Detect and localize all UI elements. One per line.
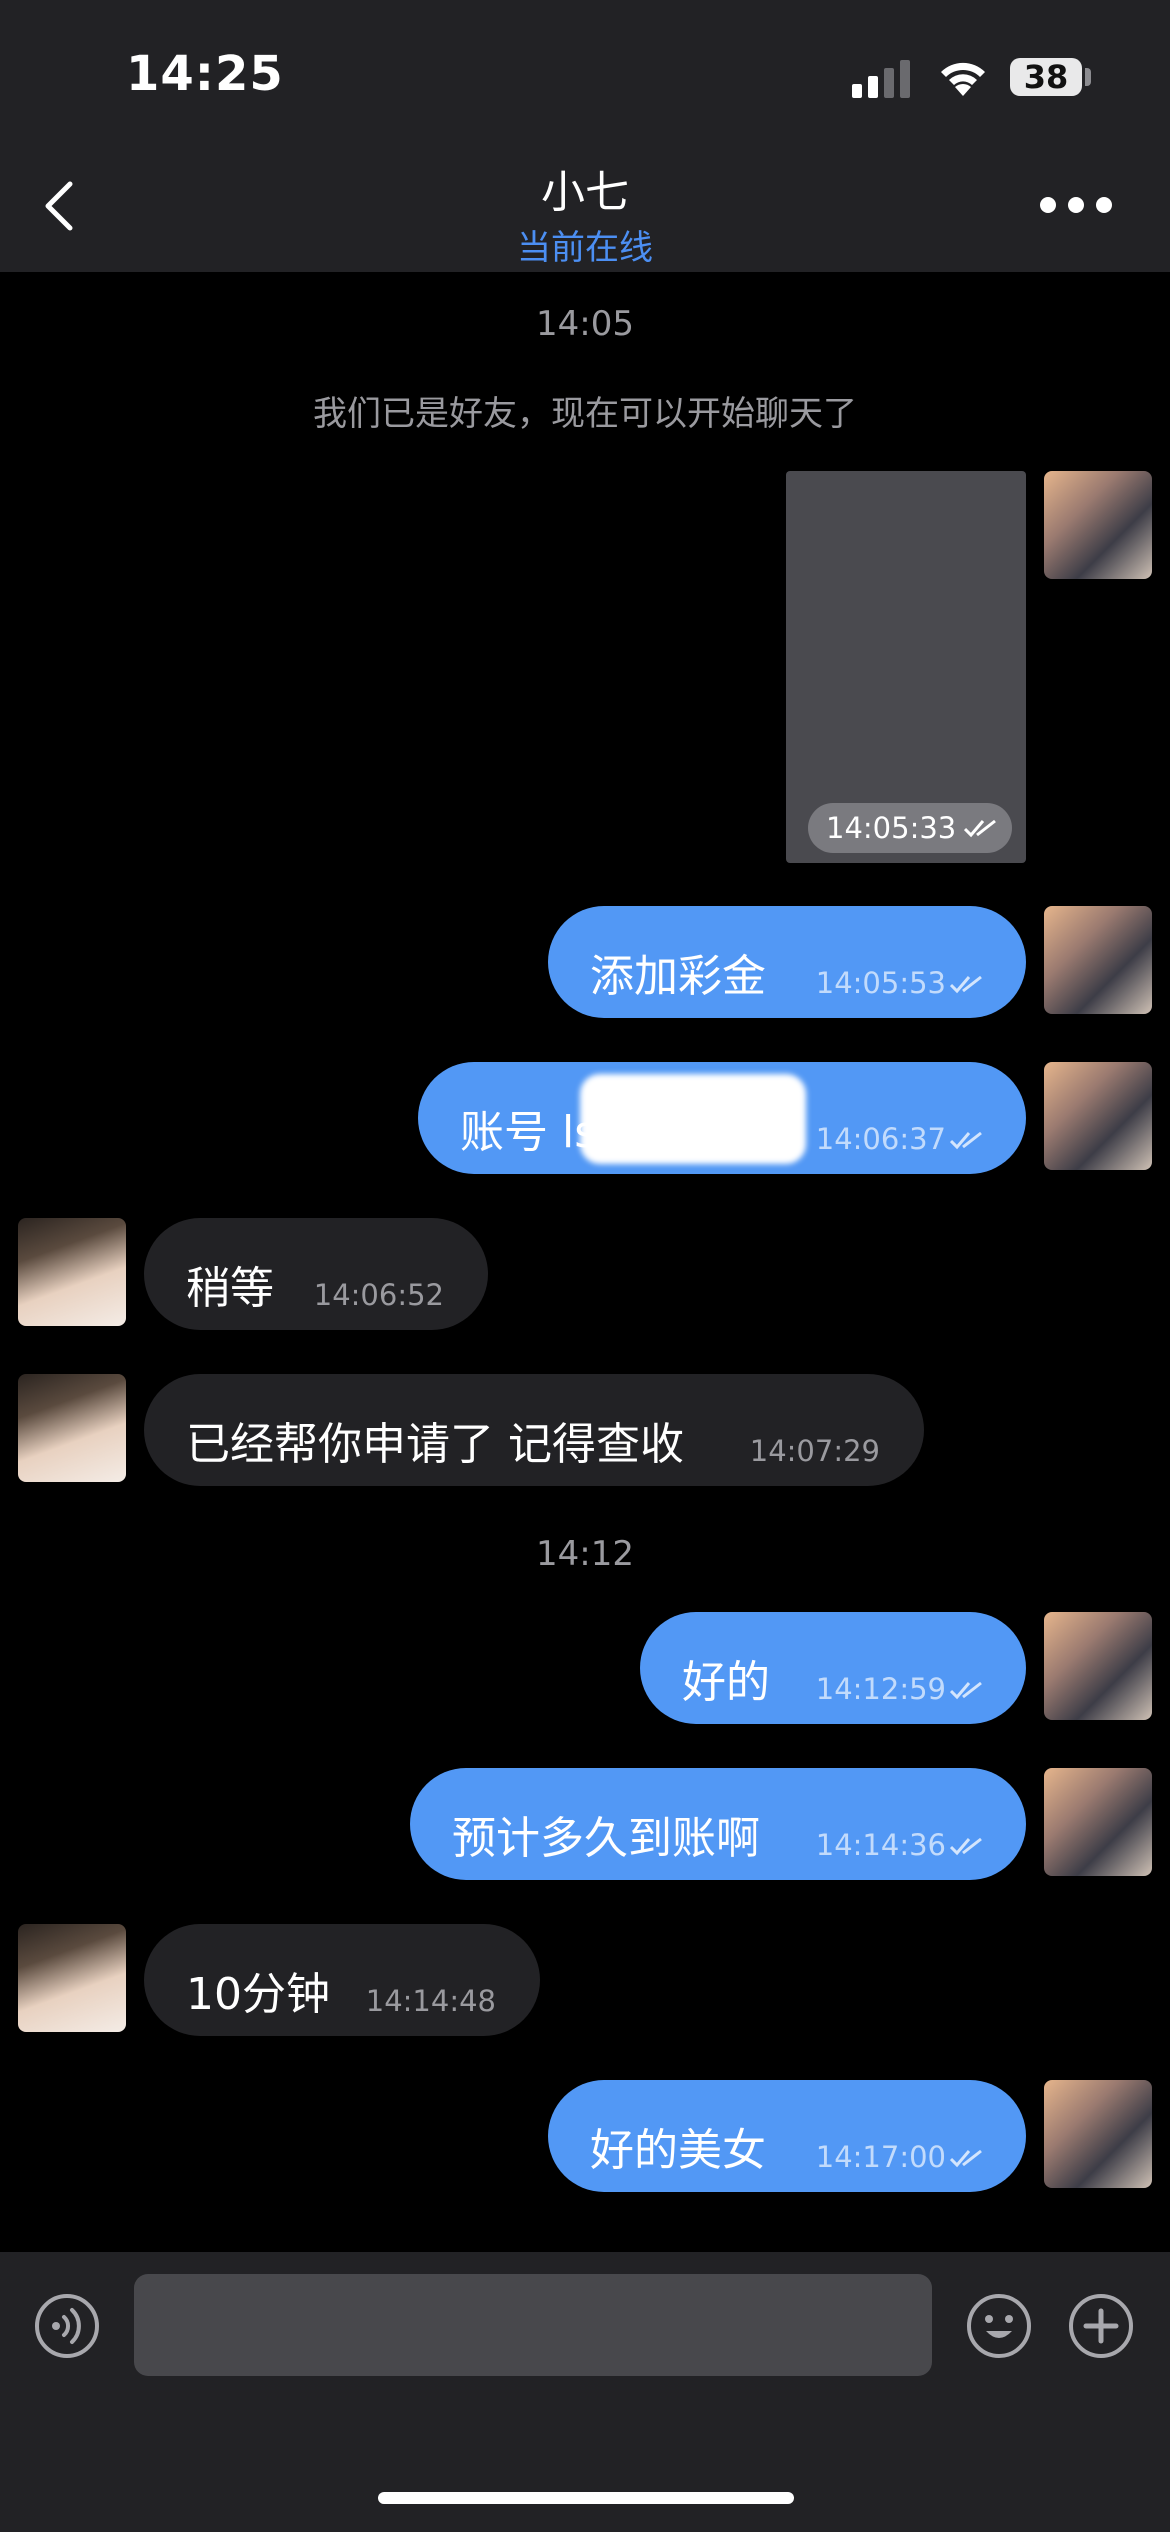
message-time: 14:06:37 bbox=[815, 1122, 946, 1156]
message-time: 14:14:48 bbox=[365, 1984, 496, 2018]
avatar[interactable] bbox=[18, 1374, 126, 1482]
online-status: 当前在线 bbox=[517, 228, 653, 268]
message-input[interactable] bbox=[134, 2274, 932, 2376]
message-bubble-outgoing[interactable]: 好的美女 14:17:00 bbox=[548, 2080, 1026, 2192]
battery-icon: 38 bbox=[1010, 58, 1082, 96]
message-bubble-incoming[interactable]: 10分钟 14:14:48 bbox=[144, 1924, 540, 2036]
battery-tip bbox=[1085, 68, 1091, 86]
message-text: 账号 ls bbox=[460, 1107, 598, 1158]
message-time: 14:12:59 bbox=[815, 1672, 946, 1706]
plus-icon[interactable] bbox=[1068, 2293, 1134, 2359]
read-check-icon bbox=[950, 1837, 982, 1856]
avatar[interactable] bbox=[1044, 1768, 1152, 1876]
contact-name: 小七 bbox=[541, 167, 629, 218]
more-icon[interactable] bbox=[1038, 190, 1114, 220]
avatar[interactable] bbox=[1044, 471, 1152, 579]
system-notice: 我们已是好友，现在可以开始聊天了 bbox=[313, 394, 857, 434]
message-text: 预计多久到账啊 bbox=[452, 1813, 760, 1864]
time-separator: 14:12 bbox=[536, 1534, 634, 1574]
message-time: 14:06:52 bbox=[313, 1278, 444, 1312]
read-check-icon bbox=[964, 819, 996, 838]
avatar[interactable] bbox=[1044, 906, 1152, 1014]
image-message-time: 14:05:33 bbox=[826, 811, 957, 845]
message-text: 稍等 bbox=[186, 1263, 274, 1314]
avatar[interactable] bbox=[18, 1218, 126, 1326]
message-text: 添加彩金 bbox=[590, 951, 766, 1002]
read-check-icon bbox=[950, 2149, 982, 2168]
message-bubble-incoming[interactable]: 稍等 14:06:52 bbox=[144, 1218, 488, 1330]
message-text: 好的美女 bbox=[590, 2125, 766, 2176]
read-check-icon bbox=[950, 1681, 982, 1700]
message-time: 14:17:00 bbox=[815, 2140, 946, 2174]
home-indicator[interactable] bbox=[378, 2492, 794, 2504]
avatar[interactable] bbox=[18, 1924, 126, 2032]
message-bubble-outgoing[interactable]: 预计多久到账啊 14:14:36 bbox=[410, 1768, 1026, 1880]
message-time: 14:14:36 bbox=[815, 1828, 946, 1862]
emoji-icon[interactable] bbox=[966, 2293, 1032, 2359]
signal-icon bbox=[852, 60, 910, 98]
read-check-icon bbox=[950, 1131, 982, 1150]
message-time: 14:07:29 bbox=[749, 1434, 880, 1468]
message-bubble-incoming[interactable]: 已经帮你申请了 记得查收 14:07:29 bbox=[144, 1374, 924, 1486]
time-separator: 14:05 bbox=[536, 304, 634, 344]
redaction-mark bbox=[580, 1074, 806, 1164]
read-check-icon bbox=[950, 975, 982, 994]
message-text: 10分钟 bbox=[186, 1969, 330, 2020]
avatar[interactable] bbox=[1044, 2080, 1152, 2188]
status-time: 14:25 bbox=[126, 46, 284, 102]
avatar[interactable] bbox=[1044, 1612, 1152, 1720]
message-text: 已经帮你申请了 记得查收 bbox=[186, 1419, 684, 1470]
avatar[interactable] bbox=[1044, 1062, 1152, 1170]
wifi-icon bbox=[941, 62, 985, 96]
voice-icon[interactable] bbox=[34, 2293, 100, 2359]
message-bubble-outgoing[interactable]: 好的 14:12:59 bbox=[640, 1612, 1026, 1724]
message-text: 好的 bbox=[682, 1657, 770, 1708]
message-time: 14:05:53 bbox=[815, 966, 946, 1000]
message-bubble-outgoing[interactable]: 添加彩金 14:05:53 bbox=[548, 906, 1026, 1018]
